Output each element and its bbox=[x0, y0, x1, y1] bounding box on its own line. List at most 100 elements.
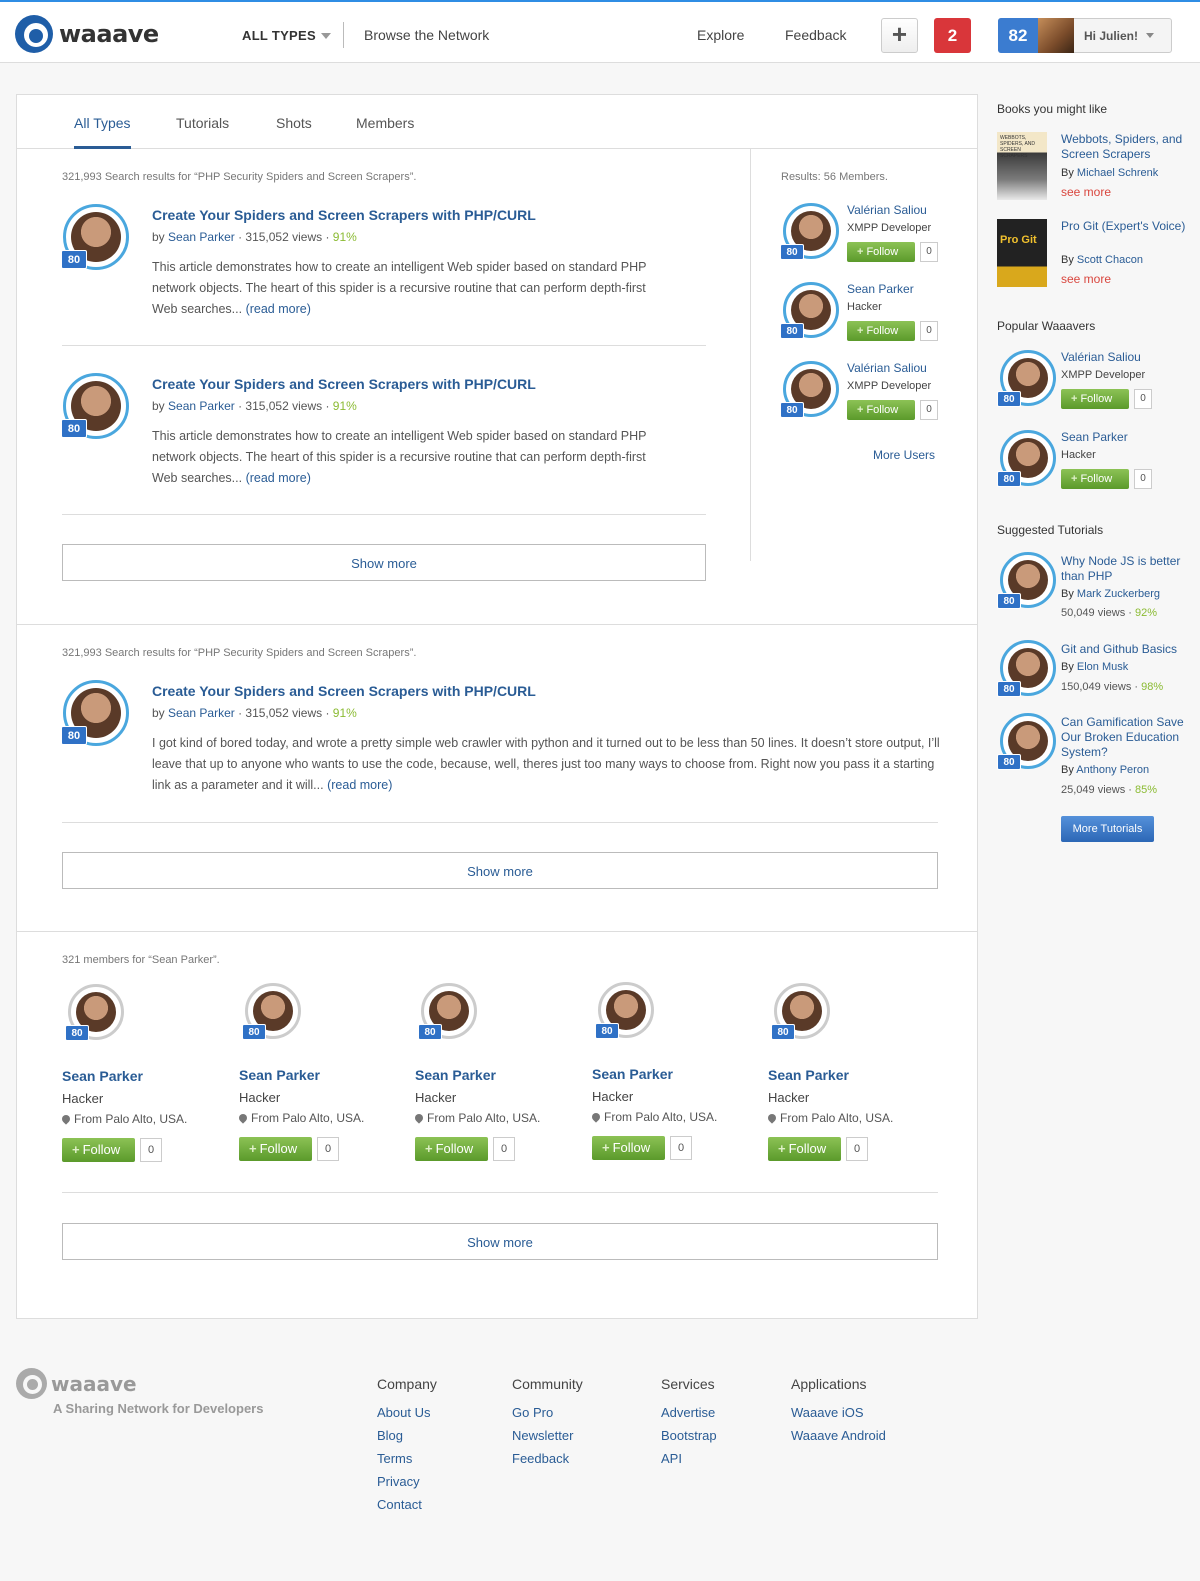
footer-logo[interactable]: waaave bbox=[16, 1368, 137, 1399]
footer-link[interactable]: Blog bbox=[377, 1428, 403, 1443]
follower-count: 0 bbox=[1134, 469, 1152, 489]
chevron-down-icon[interactable] bbox=[321, 33, 331, 39]
tutorial-title[interactable]: Why Node JS is better than PHP bbox=[1061, 554, 1196, 584]
show-more-button[interactable]: Show more bbox=[62, 544, 706, 581]
avatar[interactable]: 80 bbox=[242, 983, 301, 1040]
score-badge: 80 bbox=[780, 402, 804, 418]
member-name[interactable]: Valérian Saliou bbox=[1061, 350, 1141, 364]
read-more-link[interactable]: (read more) bbox=[246, 471, 311, 485]
avatar[interactable]: 80 bbox=[595, 982, 654, 1039]
footer-link[interactable]: Go Pro bbox=[512, 1405, 553, 1420]
avatar[interactable]: 80 bbox=[61, 680, 129, 746]
show-more-button[interactable]: Show more bbox=[62, 852, 938, 889]
follow-button[interactable]: + Follow bbox=[592, 1136, 665, 1160]
footer-link[interactable]: Contact bbox=[377, 1497, 422, 1512]
plus-icon[interactable]: + bbox=[881, 18, 918, 53]
footer-link[interactable]: Waaave iOS bbox=[791, 1405, 864, 1420]
tutorial-title[interactable]: Git and Github Basics bbox=[1061, 642, 1196, 657]
author-link[interactable]: Anthony Peron bbox=[1076, 764, 1149, 776]
author-link[interactable]: Mark Zuckerberg bbox=[1077, 588, 1160, 600]
footer-link[interactable]: Feedback bbox=[512, 1451, 569, 1466]
avatar[interactable]: 80 bbox=[780, 361, 839, 418]
see-more-link[interactable]: see more bbox=[1061, 272, 1111, 286]
member-location: From Palo Alto, USA. bbox=[590, 1110, 717, 1124]
book-cover[interactable]: Pro Git bbox=[997, 219, 1047, 287]
tab-shots[interactable]: Shots bbox=[276, 115, 312, 149]
author-link[interactable]: Sean Parker bbox=[168, 399, 235, 413]
tab-tutorials[interactable]: Tutorials bbox=[176, 115, 229, 149]
more-tutorials-button[interactable]: More Tutorials bbox=[1061, 816, 1154, 842]
author-link[interactable]: Sean Parker bbox=[168, 230, 235, 244]
browse-network-link[interactable]: Browse the Network bbox=[364, 27, 489, 43]
member-name[interactable]: Sean Parker bbox=[239, 1067, 320, 1083]
feedback-link[interactable]: Feedback bbox=[785, 27, 846, 43]
footer-link[interactable]: Bootstrap bbox=[661, 1428, 717, 1443]
tab-members[interactable]: Members bbox=[356, 115, 414, 149]
book-title[interactable]: Pro Git (Expert's Voice) bbox=[1061, 219, 1196, 234]
avatar[interactable]: 80 bbox=[65, 984, 124, 1041]
member-name[interactable]: Sean Parker bbox=[415, 1067, 496, 1083]
avatar[interactable]: 80 bbox=[780, 282, 839, 339]
all-types-dropdown[interactable]: ALL TYPES bbox=[242, 28, 316, 43]
see-more-link[interactable]: see more bbox=[1061, 185, 1111, 199]
follow-button[interactable]: + Follow bbox=[847, 400, 915, 420]
avatar[interactable]: 80 bbox=[997, 640, 1056, 697]
follow-button[interactable]: + Follow bbox=[1061, 469, 1129, 489]
avatar[interactable]: 80 bbox=[997, 430, 1056, 487]
show-more-button[interactable]: Show more bbox=[62, 1223, 938, 1260]
footer-link[interactable]: Advertise bbox=[661, 1405, 715, 1420]
avatar[interactable]: 80 bbox=[997, 350, 1056, 407]
follow-button[interactable]: + Follow bbox=[847, 321, 915, 341]
author-link[interactable]: Elon Musk bbox=[1077, 661, 1128, 673]
member-name[interactable]: Valérian Saliou bbox=[847, 203, 927, 217]
avatar[interactable]: 80 bbox=[61, 204, 129, 270]
author-link[interactable]: Michael Schrenk bbox=[1077, 167, 1158, 179]
notifications-button[interactable]: 2 bbox=[934, 18, 971, 53]
member-name[interactable]: Sean Parker bbox=[62, 1068, 143, 1084]
footer-link[interactable]: Newsletter bbox=[512, 1428, 573, 1443]
book-title[interactable]: Webbots, Spiders, and Screen Scrapers bbox=[1061, 132, 1196, 162]
avatar[interactable]: 80 bbox=[418, 983, 477, 1040]
article-title[interactable]: Create Your Spiders and Screen Scrapers … bbox=[152, 376, 536, 392]
user-menu[interactable]: 82 Hi Julien! bbox=[998, 18, 1172, 53]
author-link[interactable]: Scott Chacon bbox=[1077, 254, 1143, 266]
member-name[interactable]: Sean Parker bbox=[768, 1067, 849, 1083]
member-name[interactable]: Sean Parker bbox=[592, 1066, 673, 1082]
book-cover[interactable]: WEBBOTS, SPIDERS, AND SCREEN SCRAPERS bbox=[997, 132, 1047, 200]
avatar[interactable]: 80 bbox=[780, 203, 839, 260]
more-users-link[interactable]: More Users bbox=[873, 448, 935, 462]
site-logo[interactable]: waaave bbox=[15, 15, 159, 53]
member-name[interactable]: Sean Parker bbox=[847, 282, 914, 296]
footer-link[interactable]: API bbox=[661, 1451, 682, 1466]
avatar[interactable]: 80 bbox=[61, 373, 129, 439]
follow-button[interactable]: + Follow bbox=[415, 1137, 488, 1161]
member-role: XMPP Developer bbox=[847, 380, 932, 392]
book-author: By Michael Schrenk bbox=[1061, 167, 1159, 179]
follow-button[interactable]: + Follow bbox=[1061, 389, 1129, 409]
article-title[interactable]: Create Your Spiders and Screen Scrapers … bbox=[152, 683, 536, 699]
score-badge: 80 bbox=[780, 323, 804, 339]
article-title[interactable]: Create Your Spiders and Screen Scrapers … bbox=[152, 207, 536, 223]
footer-link[interactable]: About Us bbox=[377, 1405, 430, 1420]
chevron-down-icon bbox=[1146, 33, 1155, 38]
result-count: 321,993 Search results for “PHP Security… bbox=[62, 647, 417, 659]
follow-button[interactable]: + Follow bbox=[847, 242, 915, 262]
member-name[interactable]: Sean Parker bbox=[1061, 430, 1128, 444]
footer-heading: Services bbox=[661, 1376, 715, 1392]
explore-link[interactable]: Explore bbox=[697, 27, 744, 43]
follow-button[interactable]: + Follow bbox=[768, 1137, 841, 1161]
follow-button[interactable]: + Follow bbox=[239, 1137, 312, 1161]
footer-link[interactable]: Waaave Android bbox=[791, 1428, 886, 1443]
footer-link[interactable]: Privacy bbox=[377, 1474, 420, 1489]
author-link[interactable]: Sean Parker bbox=[168, 706, 235, 720]
footer-link[interactable]: Terms bbox=[377, 1451, 412, 1466]
follow-button[interactable]: + Follow bbox=[62, 1138, 135, 1162]
read-more-link[interactable]: (read more) bbox=[246, 302, 311, 316]
read-more-link[interactable]: (read more) bbox=[327, 778, 392, 792]
member-name[interactable]: Valérian Saliou bbox=[847, 361, 927, 375]
tab-all-types[interactable]: All Types bbox=[74, 115, 131, 149]
avatar[interactable]: 80 bbox=[771, 983, 830, 1040]
avatar[interactable]: 80 bbox=[997, 713, 1056, 770]
avatar[interactable]: 80 bbox=[997, 552, 1056, 609]
tutorial-title[interactable]: Can Gamification Save Our Broken Educati… bbox=[1061, 715, 1199, 760]
